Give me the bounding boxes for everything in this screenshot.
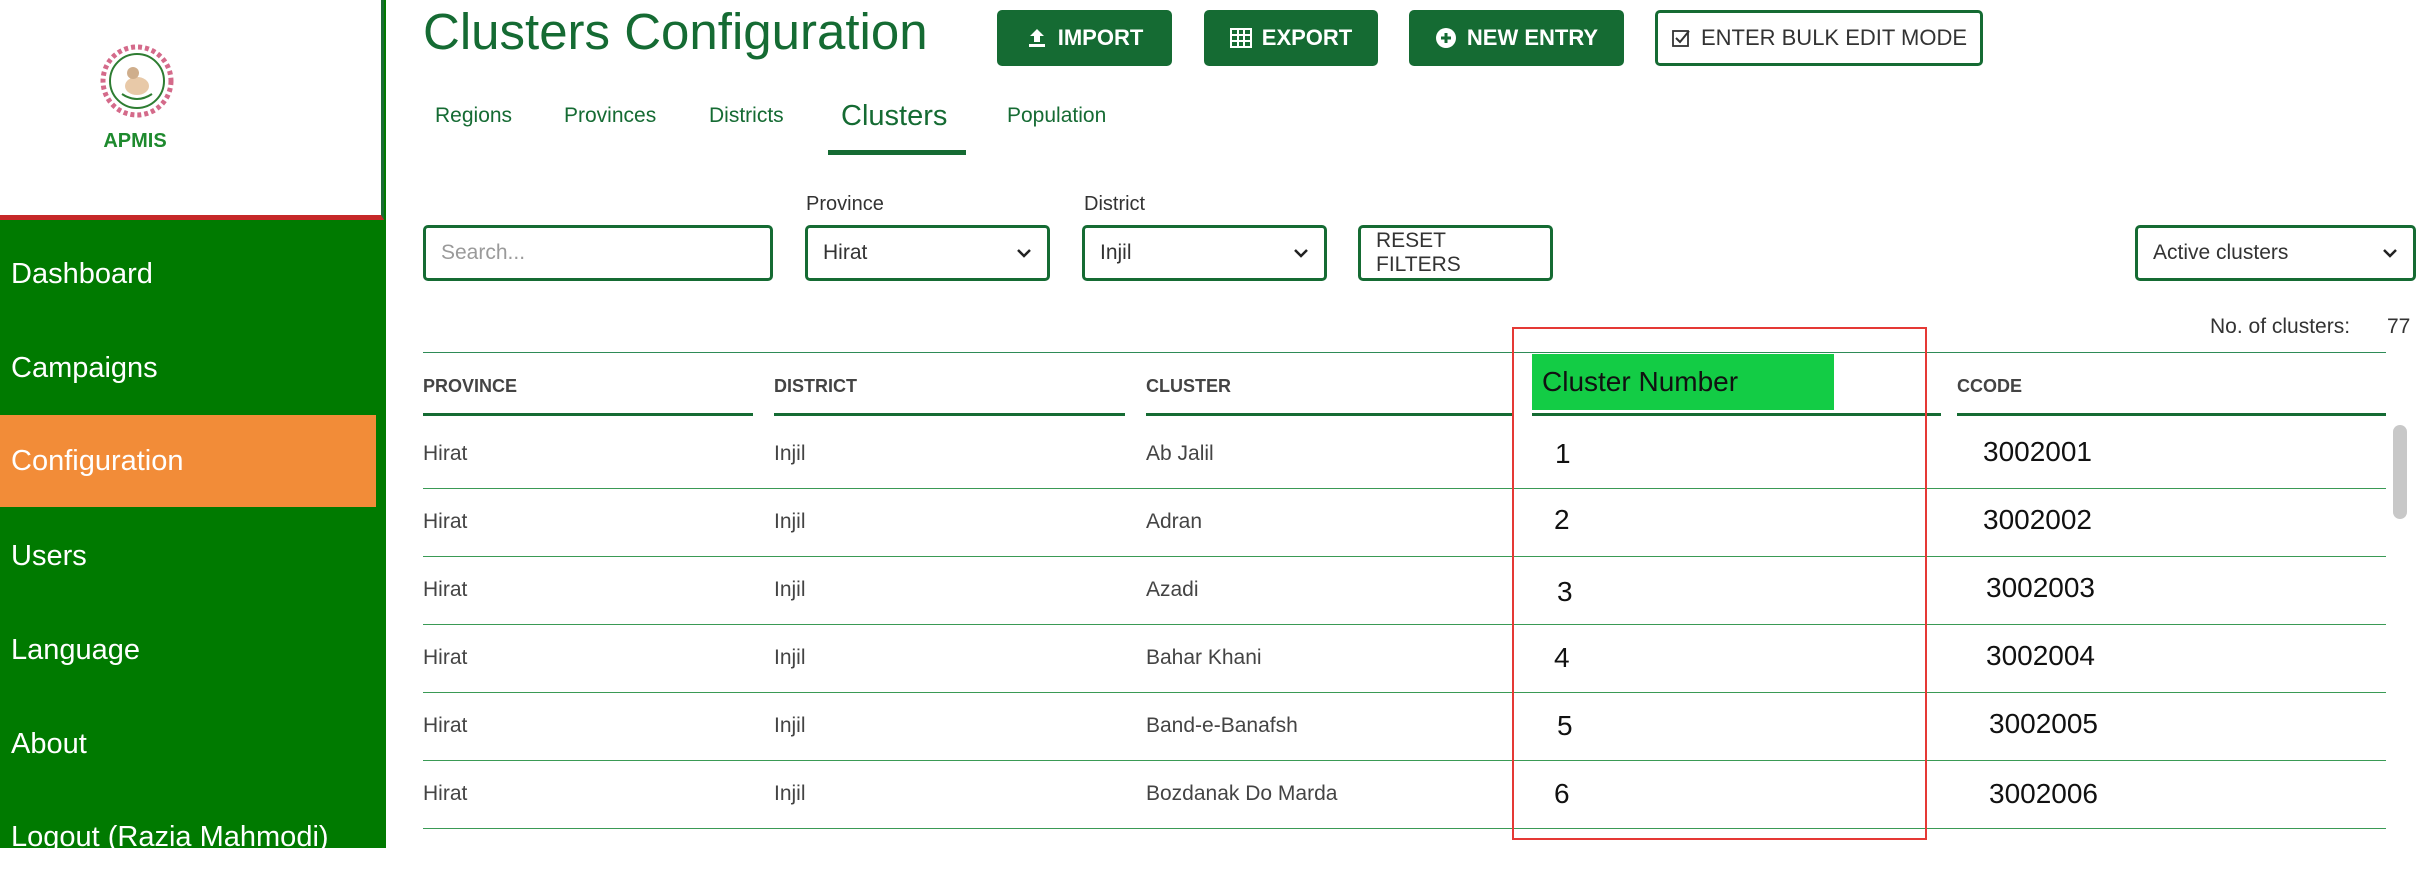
cell-cluster-number: 6 (1554, 778, 1570, 809)
sidebar-item-about[interactable]: About (0, 698, 376, 790)
plus-circle-icon (1435, 28, 1456, 48)
apmis-logo (100, 44, 174, 118)
cell-cluster: Adran (1146, 510, 1203, 533)
import-button[interactable]: IMPORT (997, 10, 1172, 66)
cell-ccode: 3002001 (1983, 436, 2093, 467)
cell-cluster: Ab Jalil (1146, 442, 1214, 465)
cell-province: Hirat (423, 442, 468, 465)
cell-district: Injil (774, 578, 806, 601)
cell-district: Injil (774, 714, 806, 737)
cell-cluster: Bahar Khani (1146, 646, 1262, 669)
new-entry-label: NEW ENTRY (1466, 25, 1599, 50)
row-divider (423, 556, 2386, 557)
column-underline (1532, 413, 1941, 416)
cell-cluster-number: 5 (1557, 710, 1573, 741)
cell-ccode: 3002004 (1986, 640, 2096, 671)
upload-icon (1028, 29, 1045, 47)
sidebar-item-language[interactable]: Language (0, 604, 376, 696)
province-select[interactable]: Hirat (805, 225, 1050, 281)
tab-provinces[interactable]: Provinces (564, 104, 656, 154)
column-header-ccode[interactable]: CCODE (1957, 376, 2022, 397)
cell-cluster: Azadi (1146, 578, 1199, 601)
reset-filters-label: RESET FILTERS (1376, 229, 1461, 276)
cell-province: Hirat (423, 646, 468, 669)
import-label: IMPORT (1057, 25, 1144, 50)
tab-population[interactable]: Population (1007, 104, 1106, 154)
cell-district: Injil (774, 782, 806, 805)
tab-regions[interactable]: Regions (435, 104, 512, 154)
status-select-value: Active clusters (2153, 241, 2289, 264)
sidebar-item-logout[interactable]: Logout (Razia Mahmodi) (0, 791, 376, 883)
column-header-district[interactable]: DISTRICT (774, 376, 857, 397)
row-divider (423, 828, 2386, 829)
sidebar: APMIS Dashboard Campaigns Configuration … (0, 0, 386, 853)
reset-filters-button[interactable]: RESET FILTERS (1358, 225, 1553, 281)
cell-district: Injil (774, 442, 806, 465)
row-divider (423, 488, 2386, 489)
cell-district: Injil (774, 510, 806, 533)
new-entry-button[interactable]: NEW ENTRY (1409, 10, 1624, 66)
table-scrollbar[interactable] (2393, 425, 2407, 519)
cell-cluster-number: 1 (1555, 438, 1571, 469)
sidebar-item-campaigns[interactable]: Campaigns (0, 322, 376, 414)
tab-clusters[interactable]: Clusters (841, 100, 947, 150)
column-header-cluster-number[interactable]: Cluster Number (1532, 354, 1834, 410)
cell-ccode: 3002005 (1989, 708, 2099, 739)
search-field[interactable] (423, 225, 773, 281)
sidebar-item-users[interactable]: Users (0, 510, 376, 602)
export-label: EXPORT (1261, 25, 1353, 50)
cell-province: Hirat (423, 510, 468, 533)
export-button[interactable]: EXPORT (1204, 10, 1378, 66)
chevron-down-icon (1017, 249, 1031, 258)
cell-ccode: 3002006 (1989, 778, 2099, 809)
sidebar-item-dashboard[interactable]: Dashboard (0, 228, 376, 320)
column-underline (774, 413, 1125, 416)
cell-province: Hirat (423, 782, 468, 805)
district-filter-label: District (1084, 193, 1146, 215)
cell-cluster-number: 3 (1557, 576, 1573, 607)
sidebar-item-configuration[interactable]: Configuration (0, 415, 376, 507)
chevron-down-icon (2383, 249, 2397, 258)
status-select[interactable]: Active clusters (2135, 225, 2416, 281)
cell-cluster-number: 2 (1554, 504, 1570, 535)
column-underline (1957, 413, 2386, 416)
table-icon (1229, 28, 1252, 48)
column-underline (423, 413, 753, 416)
checkbox-icon (1672, 30, 1690, 47)
chevron-down-icon (1294, 249, 1308, 258)
page-title: Clusters Configuration (423, 3, 928, 60)
table-top-divider (423, 352, 2386, 353)
bulk-edit-label: ENTER BULK EDIT MODE (1700, 25, 1968, 50)
cell-ccode: 3002002 (1983, 504, 2093, 535)
row-divider (423, 624, 2386, 625)
search-input[interactable] (441, 241, 755, 265)
active-tab-indicator (828, 150, 966, 155)
brand-area: APMIS (0, 0, 384, 220)
column-underline (1146, 413, 1512, 416)
app-name: APMIS (103, 130, 167, 152)
column-header-province[interactable]: PROVINCE (423, 376, 517, 397)
cell-cluster-number: 4 (1554, 642, 1570, 673)
bulk-edit-button[interactable]: ENTER BULK EDIT MODE (1655, 10, 1983, 66)
cell-province: Hirat (423, 714, 468, 737)
district-select[interactable]: Injil (1082, 225, 1327, 281)
cell-district: Injil (774, 646, 806, 669)
province-select-value: Hirat (823, 241, 868, 264)
cell-province: Hirat (423, 578, 468, 601)
tab-districts[interactable]: Districts (709, 104, 784, 154)
row-divider (423, 692, 2386, 693)
row-divider (423, 760, 2386, 761)
cluster-count-value: 77 (2387, 315, 2411, 338)
district-select-value: Injil (1100, 241, 1132, 264)
cell-ccode: 3002003 (1986, 572, 2096, 603)
cluster-count-label: No. of clusters: (2210, 315, 2351, 338)
column-header-cluster[interactable]: CLUSTER (1146, 376, 1231, 397)
cell-cluster: Band-e-Banafsh (1146, 714, 1298, 737)
cell-cluster: Bozdanak Do Marda (1146, 782, 1338, 805)
province-filter-label: Province (806, 193, 884, 215)
